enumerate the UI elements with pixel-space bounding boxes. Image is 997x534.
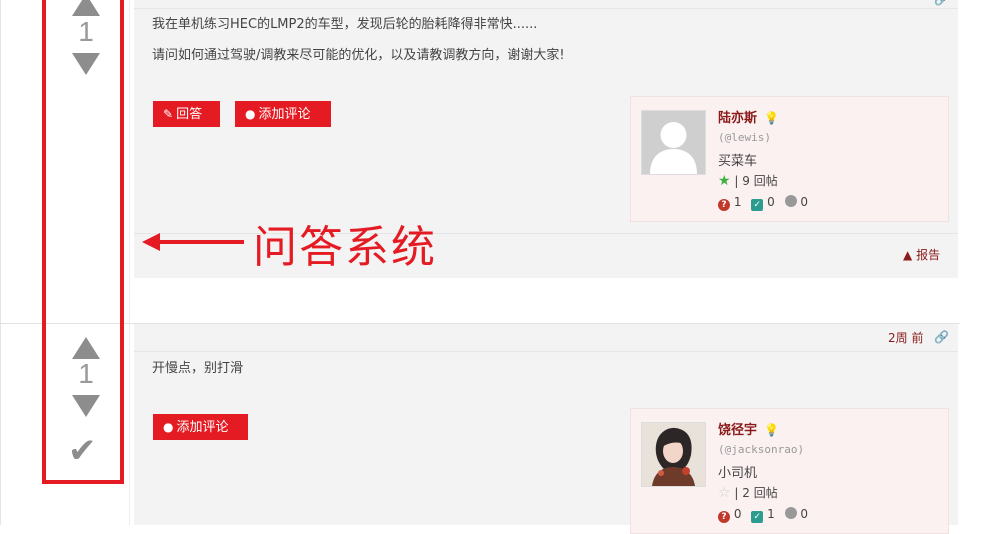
link-icon[interactable]: 🔗 [934,0,949,6]
comment-count: 0 [800,507,809,521]
left-border [0,0,1,525]
user-level: 买菜车 [718,154,758,169]
report-label: 报告 [916,248,941,262]
comment-icon: ● [245,107,256,121]
answer-post: 2周 前 🔗 开慢点，别打滑 ● 添加评论 饶径宇 💡 (@jacksonrao)… [134,324,958,534]
add-comment-label: 添加评论 [258,107,311,122]
answer-button-label: 回答 [176,107,203,122]
user-card: 饶径宇 💡 (@jacksonrao) 小司机 ☆ | 2 回帖 ? 0 ✓ 1… [630,408,949,534]
username-link[interactable]: 饶径宇 [718,423,757,438]
user-name-row: 陆亦斯 💡 [718,107,779,126]
user-handle: (@lewis) [718,131,771,144]
answer-count: 1 [767,507,775,521]
answer-button[interactable]: ✎ 回答 [153,101,220,127]
user-posts-row: ★ | 9 回帖 [718,172,778,189]
lightbulb-icon: 💡 [764,111,780,125]
star-icon: ★ [718,173,731,189]
vote-column-separator [129,0,130,525]
default-avatar-icon [642,111,705,174]
user-level: 小司机 [718,466,758,481]
answer-text: 开慢点，别打滑 [152,361,244,376]
user-posts-row: ☆ | 2 回帖 [718,484,778,501]
question-icon: ? [718,199,730,211]
question-paragraph: 请问如何通过驾驶/调教来尽可能的优化，以及请教调教方向，谢谢大家! [152,48,565,63]
annotation-highlight-box [42,0,124,484]
user-stats-row: ? 1 ✓ 0 0 [718,195,808,211]
question-count: 0 [733,507,742,521]
comment-bubble-icon [784,195,797,207]
post-time[interactable]: 2周 前 [888,329,923,346]
post-header-divider [134,351,958,352]
user-name-row: 饶径宇 💡 [718,419,779,438]
user-photo-avatar [642,423,705,486]
user-handle: (@jacksonrao) [718,443,805,456]
user-post-count: | 2 回帖 [734,486,778,500]
check-square-icon: ✓ [751,511,764,523]
add-comment-button[interactable]: ● 添加评论 [235,101,331,127]
link-icon[interactable]: 🔗 [934,330,949,344]
comment-bubble-icon [784,507,797,519]
user-card: 陆亦斯 💡 (@lewis) 买菜车 ★ | 9 回帖 ? 1 ✓ 0 0 [630,96,949,222]
post-header-divider [134,8,958,9]
empty-star-icon: ☆ [718,485,731,501]
comment-count: 0 [800,195,809,209]
question-icon: ? [718,511,730,523]
annotation-arrow-icon [142,233,244,251]
avatar[interactable] [641,110,706,175]
user-post-count: | 9 回帖 [734,174,778,188]
user-stats-row: ? 0 ✓ 1 0 [718,507,808,523]
warning-icon: ▲ [903,248,913,262]
avatar[interactable] [641,422,706,487]
question-paragraph: 我在单机练习HEC的LMP2的车型，发现后轮的胎耗降得非常快...... [152,17,538,32]
comment-icon: ● [163,420,174,434]
report-link[interactable]: ▲ 报告 [903,246,940,263]
add-comment-button[interactable]: ● 添加评论 [153,414,248,440]
question-count: 1 [733,195,742,209]
username-link[interactable]: 陆亦斯 [718,111,757,126]
check-square-icon: ✓ [751,199,764,211]
pencil-icon: ✎ [163,107,174,121]
answer-count: 0 [767,195,775,209]
annotation-label: 问答系统 [253,222,437,273]
add-comment-label: 添加评论 [176,420,229,435]
lightbulb-icon: 💡 [764,423,780,437]
